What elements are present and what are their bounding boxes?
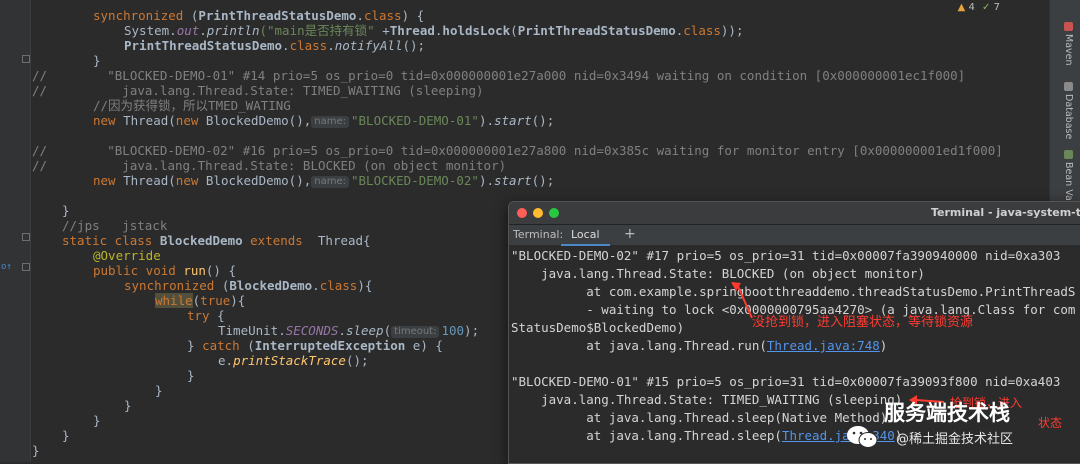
code-keyword: synchronized — [93, 8, 184, 23]
warning-count: 4 — [968, 2, 975, 13]
terminal-line: "BLOCKED-DEMO-02" #17 prio=5 os_prio=31 … — [511, 248, 1061, 263]
parameter-hint: name: — [311, 116, 349, 128]
code-line: } catch (InterruptedException e) { — [187, 338, 443, 353]
code-line: synchronized (PrintThreadStatusDemo.clas… — [93, 8, 425, 23]
code-line: System.out.println("main是否持有锁" +Thread.h… — [124, 23, 744, 38]
code-line: } — [32, 443, 40, 458]
code-line: } — [62, 203, 70, 218]
database-icon — [1063, 82, 1073, 91]
inspection-widget[interactable]: ▲ 4 ✓ 7 — [958, 2, 1000, 13]
terminal-line: at java.lang.Thread.sleep(Thread.java:34… — [511, 428, 903, 443]
fold-marker[interactable] — [22, 55, 30, 63]
fold-marker[interactable] — [22, 263, 30, 271]
code-line: try { — [187, 308, 225, 323]
stacktrace-link[interactable]: Thread.java:748 — [767, 338, 880, 353]
code-comment: // "BLOCKED-DEMO-02" #16 prio=5 os_prio=… — [32, 143, 1003, 158]
watermark-site: @稀土掘金技术社区 — [896, 432, 1014, 447]
wechat-logo — [845, 424, 879, 450]
timed-annotation-b: 状态 — [1038, 416, 1063, 430]
override-gutter-icon[interactable]: o↑ — [1, 262, 12, 272]
weak-warning-icon: ✓ — [982, 2, 991, 13]
warning-icon: ▲ — [957, 2, 966, 13]
code-line: } — [124, 398, 132, 413]
code-line: public void run() { — [93, 263, 237, 278]
parameter-hint: timeout: — [391, 326, 440, 338]
code-line: static class BlockedDemo extends Thread{ — [62, 233, 371, 248]
editor-gutter: o↑ — [0, 0, 31, 462]
blocked-annotation: 没抢到锁，进入阻塞状态，等待锁资源 — [752, 315, 974, 330]
terminal-line: java.lang.Thread.State: TIMED_WAITING (s… — [511, 392, 903, 407]
code-line: TimeUnit.SECONDS.sleep(timeout: 100); — [218, 323, 480, 338]
code-comment: //因为获得锁，所以TMED_WATING — [93, 98, 291, 113]
terminal-title: Terminal - java-system-t — [930, 206, 1080, 219]
code-line: while(true){ — [155, 293, 246, 308]
terminal-line: at java.lang.Thread.run(Thread.java:748) — [511, 338, 888, 353]
watermark-brand: 服务端技术栈 — [884, 401, 1010, 425]
terminal-line: StatusDemo$BlockedDemo) — [511, 320, 685, 335]
code-line: e.printStackTrace(); — [218, 353, 369, 368]
code-line: } — [93, 413, 101, 428]
tool-window-maven[interactable]: Maven — [1056, 22, 1074, 66]
code-comment: //jps jstack — [62, 218, 168, 233]
terminal-tab-bar: Terminal: Local + — [509, 225, 1080, 246]
terminal-line: at java.lang.Thread.sleep(Native Method) — [511, 410, 888, 425]
tool-window-database[interactable]: Database — [1056, 82, 1074, 139]
code-line: new Thread(new BlockedDemo(), name: "BLOCK… — [93, 113, 555, 128]
code-comment: // java.lang.Thread.State: TIMED_WAITING… — [32, 83, 484, 98]
bean-validation-icon — [1063, 150, 1073, 159]
code-line: synchronized (BlockedDemo.class){ — [124, 278, 373, 293]
tab-local[interactable]: Local — [561, 225, 610, 246]
code-line: PrintThreadStatusDemo.class.notifyAll(); — [124, 38, 426, 53]
maven-icon — [1063, 22, 1073, 31]
code-line: } — [62, 428, 70, 443]
code-line: } — [187, 368, 195, 383]
terminal-tab-label: Terminal: — [513, 228, 564, 241]
terminal-titlebar[interactable]: Terminal - java-system-t — [509, 202, 1080, 225]
code-line: } — [155, 383, 163, 398]
code-comment: // "BLOCKED-DEMO-01" #14 prio=5 os_prio=… — [32, 68, 966, 83]
new-tab-button[interactable]: + — [624, 225, 636, 243]
terminal-line: at com.example.springbootthreaddemo.thre… — [511, 284, 1076, 299]
weak-warning-count: 7 — [993, 2, 1000, 13]
terminal-line: "BLOCKED-DEMO-01" #15 prio=5 os_prio=31 … — [511, 374, 1061, 389]
code-line: new Thread(new BlockedDemo(), name: "BLOCK… — [93, 173, 555, 188]
code-line: } — [93, 53, 101, 68]
wechat-icon — [847, 426, 878, 448]
code-class-name: PrintThreadStatusDemo — [198, 8, 357, 23]
fold-marker[interactable] — [22, 233, 30, 241]
code-annotation: @Override — [93, 248, 161, 263]
code-comment: // java.lang.Thread.State: BLOCKED (on o… — [32, 158, 507, 173]
parameter-hint: name: — [311, 176, 349, 188]
terminal-line: java.lang.Thread.State: BLOCKED (on obje… — [511, 266, 925, 281]
